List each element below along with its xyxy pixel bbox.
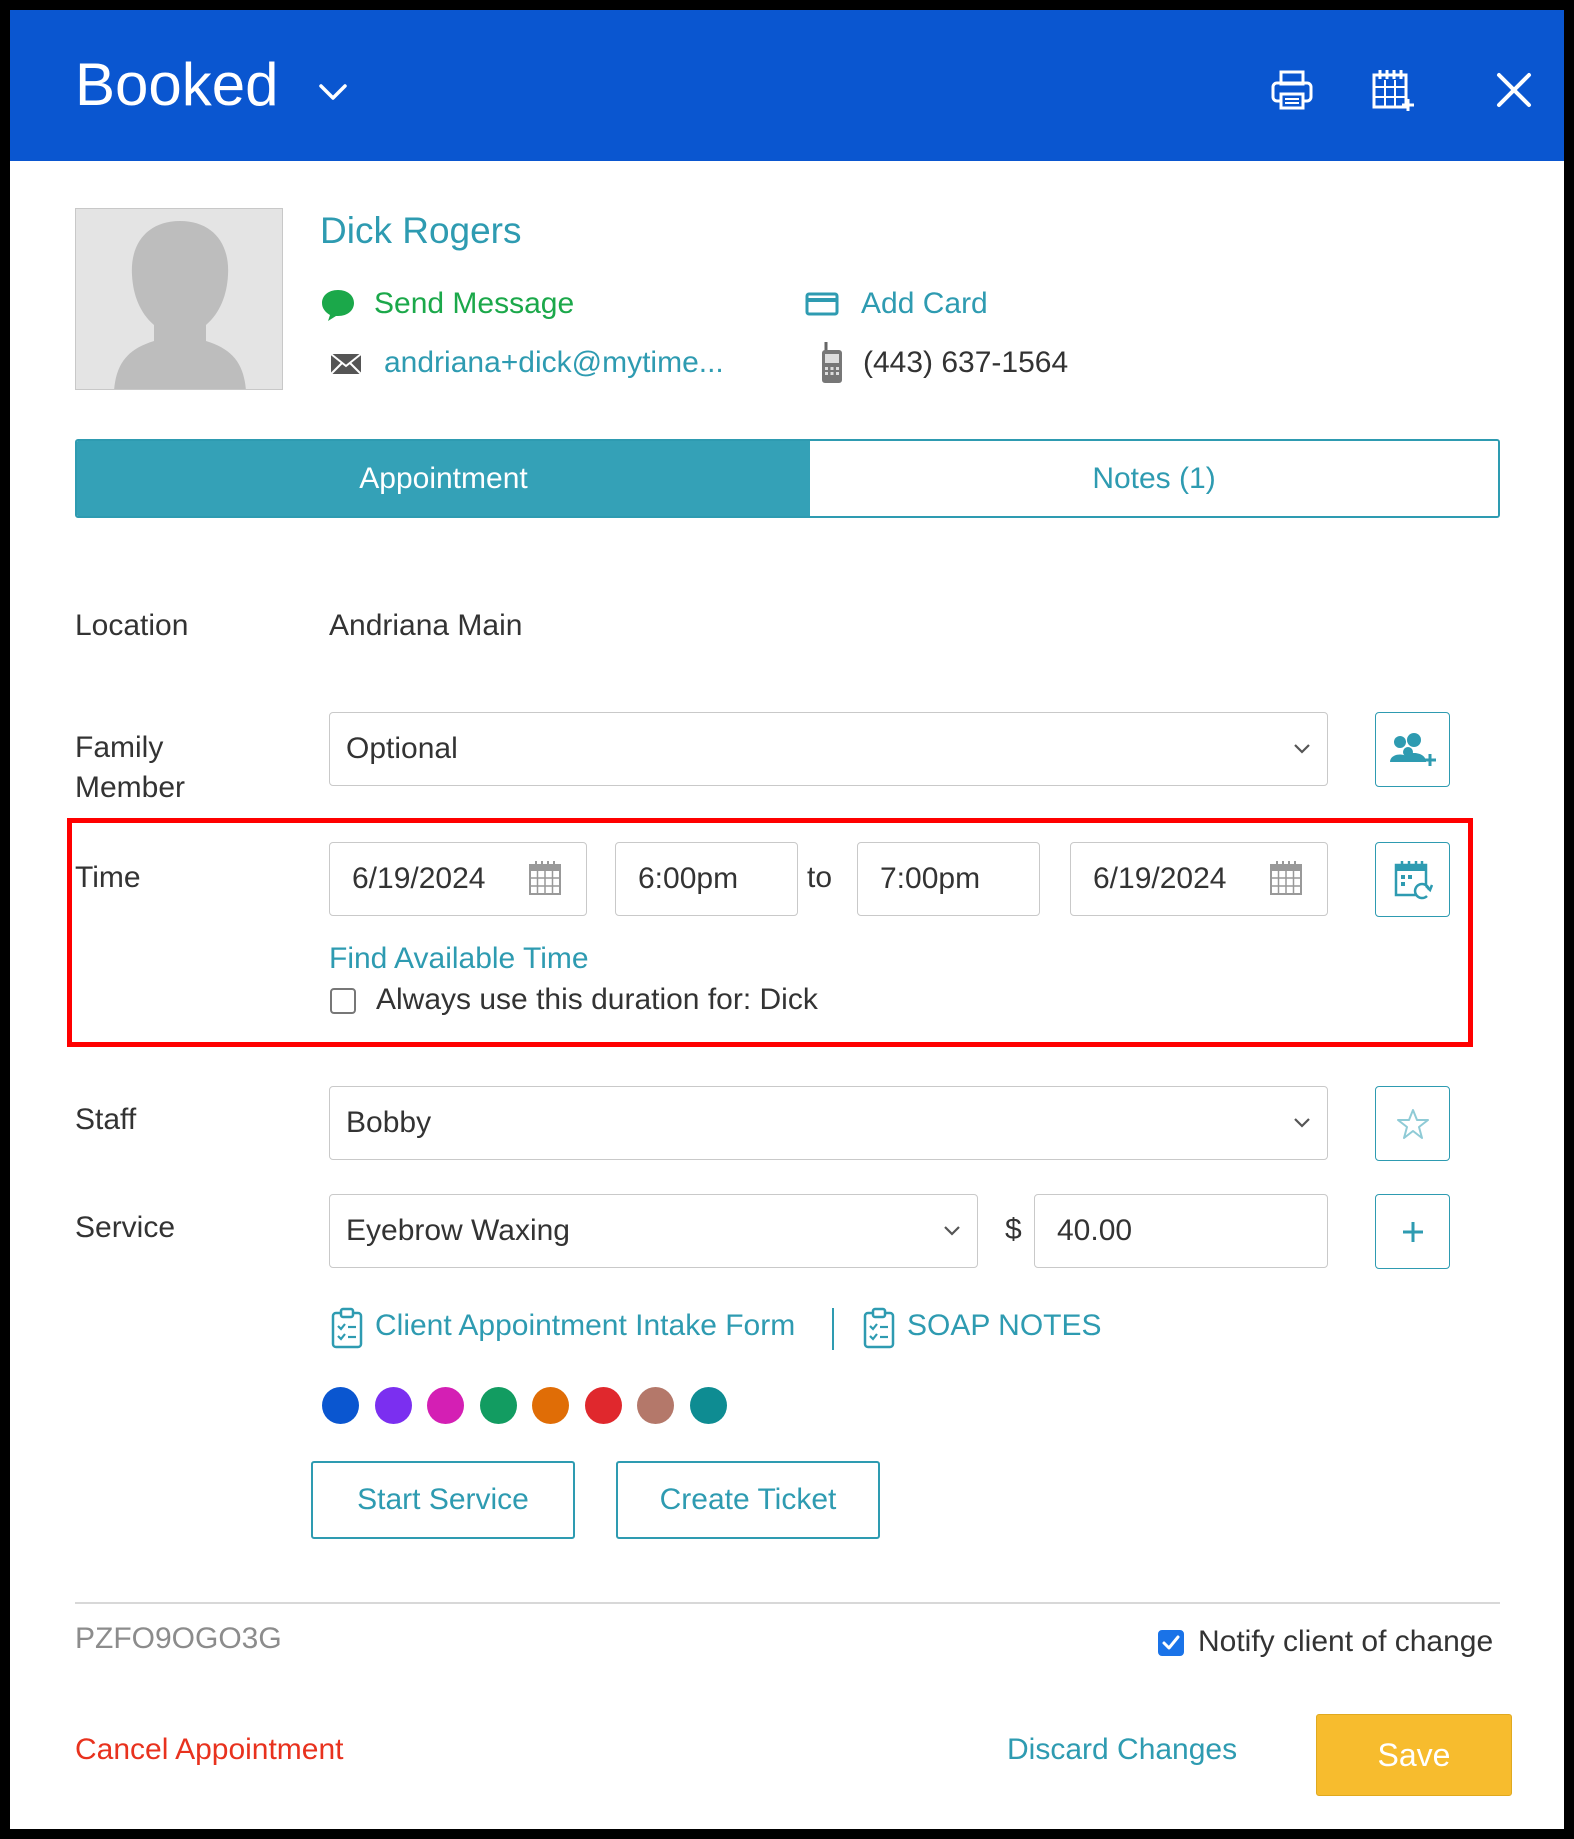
appointment-modal: Booked Dick Rogers Send Message Add Card… — [10, 10, 1564, 1829]
location-label: Location — [75, 609, 189, 642]
start-time-value: 6:00pm — [638, 862, 739, 895]
family-add-icon — [1389, 732, 1436, 766]
location-value: Andriana Main — [329, 609, 523, 642]
add-family-member-button[interactable] — [1375, 712, 1450, 787]
phone-number[interactable]: (443) 637-1564 — [820, 342, 1120, 383]
appointment-reference: PZFO9OGO3G — [75, 1622, 282, 1655]
add-card-link[interactable]: Add Card — [805, 284, 1065, 324]
chat-bubble-icon — [322, 290, 354, 321]
color-swatch-green[interactable] — [480, 1387, 517, 1424]
calendar-add-icon[interactable] — [1369, 66, 1417, 114]
notify-client-checkbox[interactable] — [1158, 1630, 1184, 1656]
start-service-button[interactable]: Start Service — [311, 1461, 575, 1539]
color-swatch-red[interactable] — [585, 1387, 622, 1424]
always-duration-checkbox[interactable] — [330, 988, 356, 1014]
family-member-label-line2: Member — [75, 771, 186, 804]
color-swatch-brown[interactable] — [637, 1387, 674, 1424]
avatar — [75, 208, 283, 390]
calendar-repeat-icon — [1394, 860, 1433, 900]
always-duration-label: Always use this duration for: Dick — [376, 983, 818, 1016]
footer-divider — [75, 1602, 1500, 1604]
discard-changes-link[interactable]: Discard Changes — [1007, 1730, 1237, 1770]
chevron-down-icon — [1294, 744, 1310, 754]
start-date-input[interactable]: 6/19/2024 — [329, 842, 587, 916]
family-member-select[interactable]: Optional — [329, 712, 1328, 786]
add-service-button[interactable] — [1375, 1194, 1450, 1269]
link-separator — [832, 1308, 834, 1350]
intake-form-label: Client Appointment Intake Form — [375, 1309, 796, 1342]
chevron-down-icon[interactable] — [318, 82, 348, 102]
save-button[interactable]: Save — [1316, 1714, 1512, 1796]
create-ticket-button[interactable]: Create Ticket — [616, 1461, 880, 1539]
service-label: Service — [75, 1211, 176, 1244]
color-swatch-blue[interactable] — [322, 1387, 359, 1424]
to-label: to — [807, 861, 833, 894]
chevron-down-icon — [944, 1226, 960, 1236]
service-select[interactable]: Eyebrow Waxing — [329, 1194, 978, 1268]
recurring-appointment-button[interactable] — [1375, 842, 1450, 917]
notify-client-label: Notify client of change — [1198, 1625, 1494, 1658]
service-value: Eyebrow Waxing — [346, 1214, 570, 1247]
email-label: andriana+dick@mytime... — [384, 346, 724, 379]
email-link[interactable]: andriana+dick@mytime... — [330, 343, 750, 383]
time-label: Time — [75, 861, 141, 894]
add-card-label: Add Card — [861, 287, 988, 320]
color-swatch-purple[interactable] — [375, 1387, 412, 1424]
end-time-input[interactable]: 7:00pm — [857, 842, 1040, 916]
end-time-value: 7:00pm — [880, 862, 981, 895]
plus-icon — [1402, 1221, 1423, 1242]
find-available-time-link[interactable]: Find Available Time — [329, 939, 589, 979]
price-value: 40.00 — [1057, 1214, 1133, 1247]
star-icon — [1396, 1108, 1429, 1139]
calendar-icon[interactable] — [528, 860, 562, 896]
envelope-icon — [330, 353, 362, 375]
soap-notes-link[interactable]: SOAP NOTES — [862, 1306, 1112, 1350]
currency-symbol: $ — [1005, 1213, 1022, 1246]
start-time-input[interactable]: 6:00pm — [615, 842, 798, 916]
favorite-staff-button[interactable] — [1375, 1086, 1450, 1161]
close-icon[interactable] — [1490, 66, 1538, 114]
calendar-icon[interactable] — [1269, 860, 1303, 896]
tab-notes[interactable]: Notes (1) — [810, 441, 1498, 516]
start-date-value: 6/19/2024 — [352, 862, 486, 895]
staff-value: Bobby — [346, 1106, 432, 1139]
chevron-down-icon — [1294, 1118, 1310, 1128]
price-input[interactable]: 40.00 — [1034, 1194, 1328, 1268]
send-message-label: Send Message — [374, 287, 575, 320]
avatar-silhouette-icon — [76, 209, 282, 389]
color-swatch-magenta[interactable] — [427, 1387, 464, 1424]
soap-notes-label: SOAP NOTES — [907, 1309, 1102, 1342]
print-icon[interactable] — [1268, 66, 1316, 114]
checkmark-icon — [1162, 1635, 1180, 1650]
color-swatch-teal[interactable] — [690, 1387, 727, 1424]
staff-label: Staff — [75, 1103, 137, 1136]
intake-form-link[interactable]: Client Appointment Intake Form — [330, 1306, 804, 1350]
end-date-value: 6/19/2024 — [1093, 862, 1227, 895]
mobile-phone-icon — [822, 342, 842, 383]
clipboard-check-icon — [331, 1307, 363, 1349]
modal-header: Booked — [10, 10, 1564, 161]
cancel-appointment-link[interactable]: Cancel Appointment — [75, 1730, 344, 1770]
color-swatch-orange[interactable] — [532, 1387, 569, 1424]
phone-label: (443) 637-1564 — [863, 346, 1069, 379]
family-member-label-line1: Family — [75, 731, 164, 764]
send-message-link[interactable]: Send Message — [320, 284, 620, 324]
clipboard-check-icon — [863, 1307, 895, 1349]
family-member-value: Optional — [346, 732, 458, 765]
credit-card-icon — [805, 292, 839, 316]
staff-select[interactable]: Bobby — [329, 1086, 1328, 1160]
end-date-input[interactable]: 6/19/2024 — [1070, 842, 1328, 916]
client-name[interactable]: Dick Rogers — [320, 210, 522, 252]
status-title[interactable]: Booked — [75, 48, 279, 122]
tab-appointment[interactable]: Appointment — [77, 441, 810, 516]
tab-bar: Appointment Notes (1) — [75, 439, 1500, 518]
